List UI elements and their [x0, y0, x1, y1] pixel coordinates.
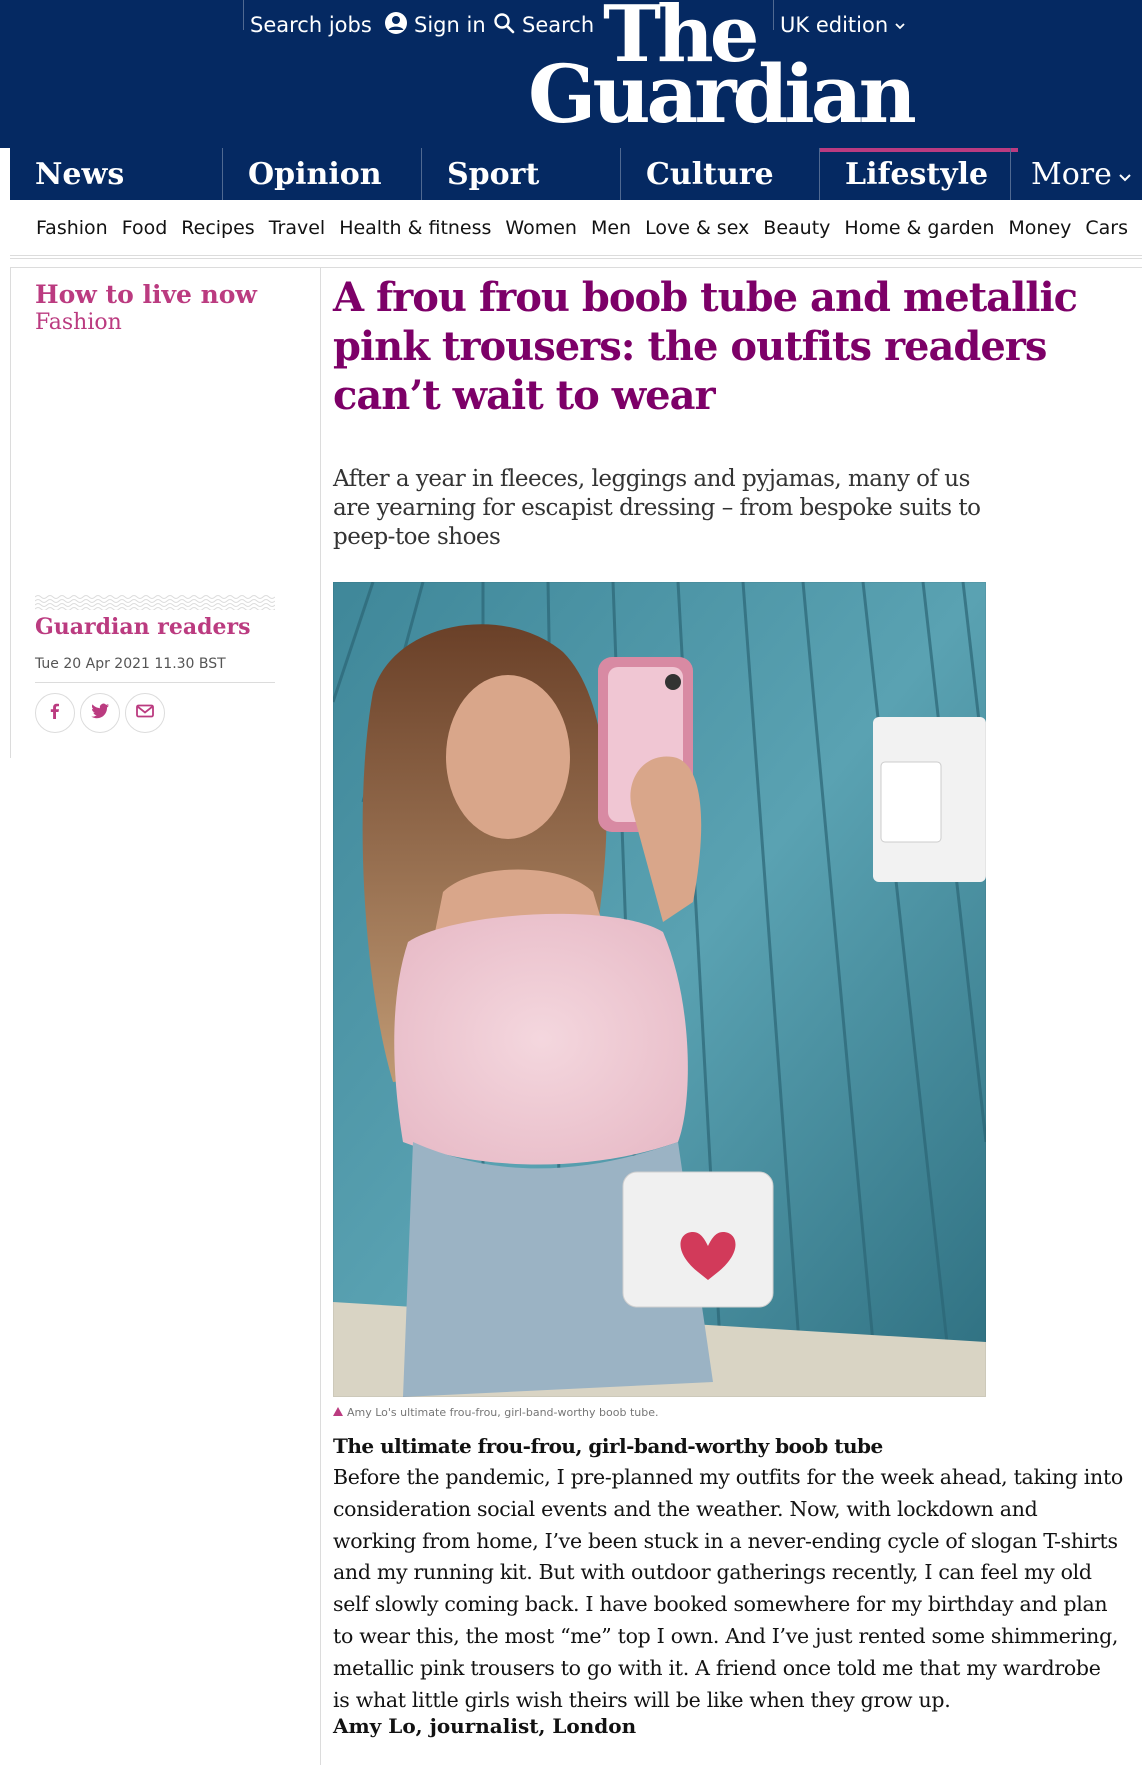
meta-divider: [35, 682, 275, 683]
chevron-down-icon: [1118, 157, 1132, 192]
subnav-money[interactable]: Money: [1008, 217, 1071, 239]
search-jobs-link[interactable]: Search jobs: [250, 8, 372, 42]
section-link[interactable]: Fashion: [35, 310, 122, 335]
sign-in-link[interactable]: Sign in: [384, 8, 486, 42]
column-divider: [320, 268, 321, 1765]
author-byline[interactable]: Guardian readers: [35, 614, 250, 640]
pillar-lifestyle[interactable]: Lifestyle: [819, 148, 1018, 200]
publish-date: Tue 20 Apr 2021 11.30 BST: [35, 656, 226, 672]
section-divider: [10, 258, 1142, 268]
top-divider: [243, 0, 244, 30]
pillar-sport-label: Sport: [447, 156, 540, 192]
decorative-squiggle: [35, 595, 275, 610]
pillar-news-label: News: [35, 156, 125, 192]
caption-text: Amy Lo's ultimate frou-frou, girl-band-w…: [347, 1406, 659, 1419]
caption-triangle-icon: [333, 1406, 343, 1419]
user-icon: [384, 11, 408, 40]
active-pillar-indicator: [820, 148, 1018, 152]
more-label: More: [1031, 156, 1112, 192]
masthead: Search jobs Sign in Search UK edition Th…: [0, 0, 1142, 148]
image-caption: Amy Lo's ultimate frou-frou, girl-band-w…: [333, 1406, 659, 1419]
article-standfirst: After a year in fleeces, leggings and py…: [333, 466, 981, 550]
article-headline: A frou frou boob tube and metallic pink …: [333, 274, 1078, 419]
pillar-opinion[interactable]: Opinion: [222, 148, 421, 200]
email-share-button[interactable]: [125, 693, 165, 733]
subnav-recipes[interactable]: Recipes: [181, 217, 254, 239]
subnav-men[interactable]: Men: [591, 217, 631, 239]
subnav-home-garden[interactable]: Home & garden: [844, 217, 994, 239]
email-icon: [135, 703, 155, 723]
subnav-travel[interactable]: Travel: [269, 217, 325, 239]
article-body-paragraph: Before the pandemic, I pre-planned my ou…: [333, 1465, 1123, 1712]
subnav-food[interactable]: Food: [122, 217, 168, 239]
series-link[interactable]: How to live now: [35, 280, 257, 309]
more-menu[interactable]: More: [1010, 148, 1132, 200]
pillar-sport[interactable]: Sport: [421, 148, 620, 200]
sub-navigation: Fashion Food Recipes Travel Health & fit…: [10, 200, 1142, 256]
subnav-love-sex[interactable]: Love & sex: [645, 217, 749, 239]
pillar-lifestyle-label: Lifestyle: [845, 156, 989, 192]
pillar-nav: News Opinion Sport Culture Lifestyle: [10, 148, 1142, 200]
subnav-health-fitness[interactable]: Health & fitness: [339, 217, 491, 239]
mirror-selfie-illustration: [333, 582, 986, 1397]
article-main-image[interactable]: [333, 582, 986, 1397]
subnav-fashion[interactable]: Fashion: [36, 217, 108, 239]
guardian-logo[interactable]: The Guardian: [528, 0, 917, 134]
twitter-icon: [90, 702, 110, 724]
search-jobs-label: Search jobs: [250, 13, 372, 37]
facebook-share-button[interactable]: [35, 693, 75, 733]
pillar-opinion-label: Opinion: [248, 156, 382, 192]
pillar-culture[interactable]: Culture: [620, 148, 819, 200]
subnav-beauty[interactable]: Beauty: [763, 217, 830, 239]
facebook-icon: [46, 702, 64, 724]
subnav-cars[interactable]: Cars: [1085, 217, 1128, 239]
article-subheading: The ultimate frou-frou, girl-band-worthy…: [333, 1434, 883, 1458]
contributor-signoff: Amy Lo, journalist, London: [333, 1714, 637, 1738]
twitter-share-button[interactable]: [80, 693, 120, 733]
pillar-news[interactable]: News: [10, 148, 222, 200]
pillar-culture-label: Culture: [646, 156, 774, 192]
subnav-women[interactable]: Women: [505, 217, 577, 239]
sign-in-label: Sign in: [414, 13, 486, 37]
left-border: [10, 268, 11, 758]
logo-line-2: Guardian: [528, 47, 917, 141]
search-icon: [492, 11, 516, 40]
